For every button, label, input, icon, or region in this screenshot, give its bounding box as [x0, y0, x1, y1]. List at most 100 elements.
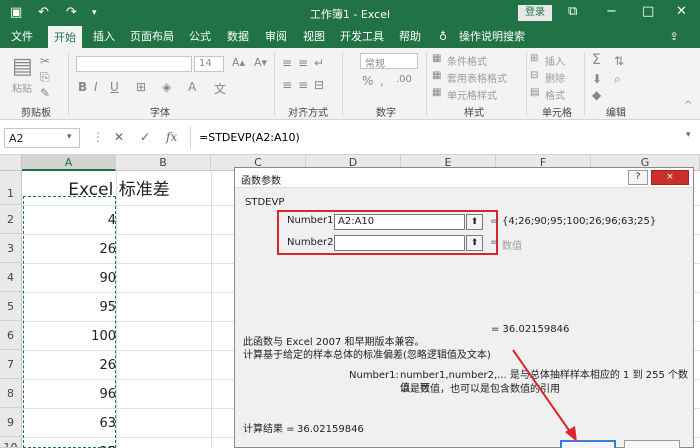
- tab-data[interactable]: 数据: [222, 26, 254, 48]
- row-header-2[interactable]: 2: [0, 205, 22, 234]
- formula-input[interactable]: =STDEVP(A2:A10): [199, 131, 300, 144]
- row-header-9[interactable]: 9: [0, 408, 22, 437]
- font-name-box[interactable]: [76, 56, 192, 72]
- cell-styles-button[interactable]: 单元格样式: [447, 87, 497, 102]
- conditional-format-icon: ▦: [432, 53, 442, 64]
- select-all-corner[interactable]: [0, 155, 22, 171]
- insert-cells-button[interactable]: 插入: [545, 53, 565, 68]
- conditional-format-button[interactable]: 条件格式: [447, 53, 487, 68]
- tab-developer[interactable]: 开发工具: [336, 26, 388, 48]
- align-top-icon[interactable]: ≡: [282, 56, 292, 70]
- sort-filter-icon[interactable]: ⇅: [614, 54, 624, 68]
- share-icon[interactable]: ⇪: [656, 26, 692, 48]
- font-size-box[interactable]: 14: [194, 56, 224, 72]
- find-select-icon[interactable]: ⌕: [614, 72, 621, 87]
- underline-icon[interactable]: U: [110, 80, 119, 94]
- delete-cells-button[interactable]: 删除: [545, 70, 565, 85]
- login-button[interactable]: 登录: [518, 5, 552, 21]
- font-size-value: 14: [199, 58, 212, 69]
- paste-icon[interactable]: ▤: [12, 54, 33, 79]
- tab-file[interactable]: 文件: [6, 26, 38, 48]
- align-left-icon[interactable]: ≡: [282, 78, 292, 92]
- number-format-box[interactable]: 常规: [360, 53, 418, 70]
- row-header-7[interactable]: 7: [0, 350, 22, 379]
- phonetic-icon[interactable]: 文: [214, 80, 226, 97]
- result-value: 36.02159846: [297, 424, 364, 435]
- tab-view[interactable]: 视图: [298, 26, 330, 48]
- tell-me-search[interactable]: 操作说明搜索: [454, 26, 530, 48]
- minimize-icon[interactable]: −: [606, 4, 617, 20]
- dialog-title: 函数参数: [241, 176, 281, 187]
- fill-icon[interactable]: ⬇: [592, 72, 602, 86]
- format-as-table-button[interactable]: 套用表格格式: [447, 70, 507, 85]
- wrap-text-icon[interactable]: ↵: [314, 56, 324, 70]
- font-color-icon[interactable]: A: [188, 80, 196, 94]
- help-button[interactable]: ?: [628, 170, 648, 185]
- fill-color-icon[interactable]: ◈: [162, 80, 171, 94]
- row-header-5[interactable]: 5: [0, 292, 22, 321]
- tab-page-layout[interactable]: 页面布局: [126, 26, 178, 48]
- number1-range-picker-icon[interactable]: ⬆: [466, 214, 483, 230]
- row-header-1[interactable]: 1: [0, 171, 22, 205]
- row-header-6[interactable]: 6: [0, 321, 22, 350]
- expand-formula-icon[interactable]: ▾: [686, 130, 691, 140]
- name-box[interactable]: A2 ▾: [4, 128, 80, 148]
- number2-input[interactable]: [334, 235, 465, 251]
- italic-icon[interactable]: I: [94, 80, 98, 94]
- function-name: STDEVP: [245, 197, 285, 208]
- column-header-b[interactable]: B: [116, 155, 211, 171]
- window-title: 工作簿1 - Excel: [309, 8, 391, 21]
- number1-input[interactable]: A2:A10: [334, 214, 465, 230]
- format-cells-icon: ▤: [530, 87, 540, 98]
- borders-icon[interactable]: ⊞: [136, 80, 146, 94]
- row-header-8[interactable]: 8: [0, 379, 22, 408]
- copy-icon[interactable]: ⎘: [40, 70, 50, 85]
- formula-preview-result: = 36.02159846: [491, 324, 570, 335]
- tab-insert[interactable]: 插入: [88, 26, 120, 48]
- fx-icon[interactable]: fx: [166, 130, 177, 144]
- paste-label[interactable]: 粘贴: [12, 80, 32, 95]
- row-header-4[interactable]: 4: [0, 263, 22, 292]
- number1-result: {4;26;90;95;100;26;96;63;25}: [502, 216, 657, 227]
- group-alignment: 对齐方式: [288, 108, 328, 119]
- x-icon[interactable]: ✕: [114, 130, 124, 144]
- bold-icon[interactable]: B: [78, 80, 87, 94]
- close-icon[interactable]: ✕: [676, 4, 687, 20]
- merge-center-icon[interactable]: ⊟: [314, 78, 324, 92]
- collapse-ribbon-icon[interactable]: ^: [684, 100, 692, 111]
- lightbulb-icon: ♁: [438, 30, 448, 43]
- column-header-a[interactable]: A: [22, 155, 116, 171]
- autosum-icon[interactable]: Σ: [592, 52, 601, 68]
- format-painter-icon[interactable]: ✎: [40, 86, 50, 100]
- shrink-font-icon[interactable]: A▾: [254, 56, 267, 69]
- percent-icon[interactable]: %: [362, 74, 373, 88]
- align-center-icon[interactable]: ≡: [298, 78, 308, 92]
- group-font: 字体: [150, 108, 170, 119]
- cut-icon[interactable]: ✂: [40, 54, 50, 68]
- tab-home[interactable]: 开始: [48, 26, 82, 48]
- chevron-down-icon[interactable]: ▾: [67, 132, 72, 142]
- insert-cells-icon: ⊞: [530, 53, 539, 64]
- function-description: 计算基于给定的样本总体的标准偏差(忽略逻辑值及文本): [243, 350, 491, 361]
- comma-icon[interactable]: ,: [380, 74, 384, 88]
- restore-icon[interactable]: □: [642, 4, 654, 20]
- row-header-3[interactable]: 3: [0, 234, 22, 263]
- formula-separator: [190, 127, 191, 149]
- ribbon-display-icon[interactable]: ⧉: [568, 4, 577, 20]
- clear-icon[interactable]: ◆: [592, 88, 601, 102]
- number2-range-picker-icon[interactable]: ⬆: [466, 235, 483, 251]
- dialog-close-button[interactable]: ×: [651, 170, 689, 185]
- cancel-button[interactable]: [624, 440, 680, 448]
- format-cells-button[interactable]: 格式: [545, 87, 565, 102]
- align-middle-icon[interactable]: ≡: [298, 56, 308, 70]
- check-icon[interactable]: ✓: [140, 130, 150, 144]
- grow-font-icon[interactable]: A▴: [232, 56, 245, 69]
- more-icon: ⋮: [92, 130, 104, 144]
- tab-formulas[interactable]: 公式: [184, 26, 216, 48]
- dialog-title-bar[interactable]: 函数参数 ? ×: [235, 168, 693, 188]
- tab-help[interactable]: 帮助: [394, 26, 426, 48]
- increase-decimal-icon[interactable]: .00: [396, 74, 412, 85]
- result-label: 计算结果 =: [243, 424, 295, 435]
- row-header-10[interactable]: 10: [0, 437, 22, 448]
- tab-review[interactable]: 审阅: [260, 26, 292, 48]
